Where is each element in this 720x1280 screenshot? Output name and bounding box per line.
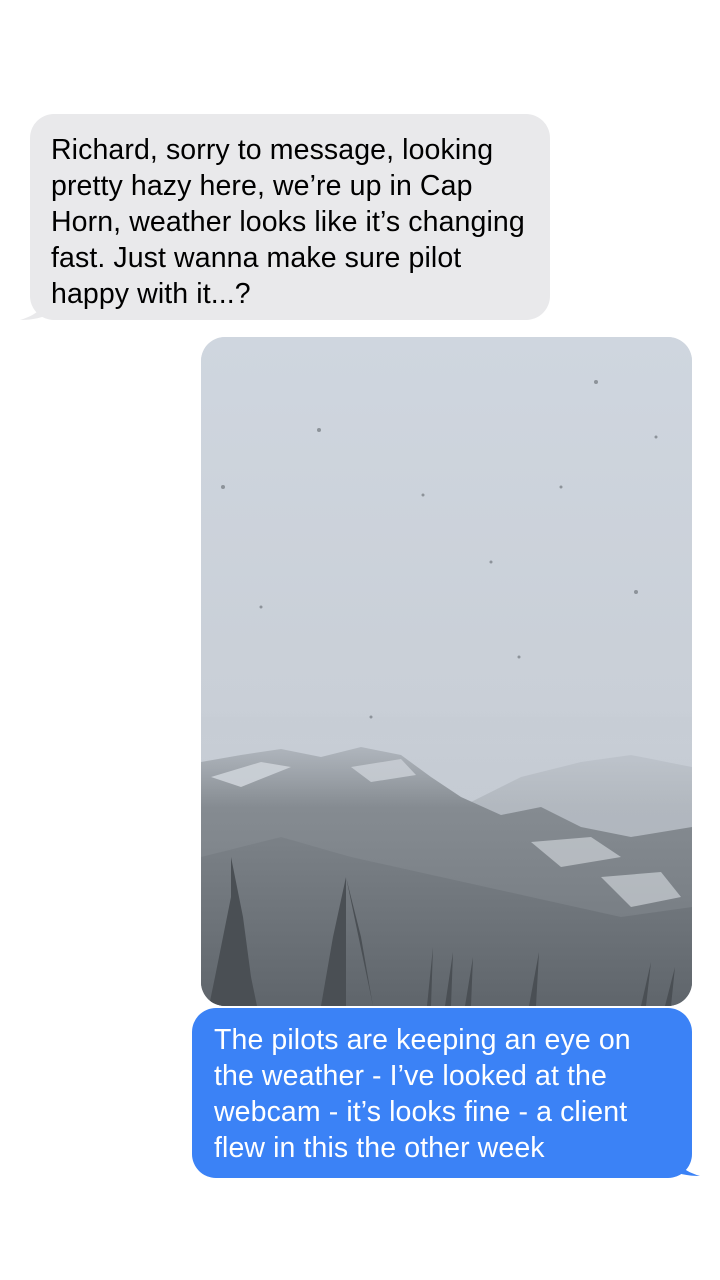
photo-message[interactable]	[201, 337, 692, 1006]
outgoing-message-bubble[interactable]: The pilots are keeping an eye on the wea…	[192, 1008, 692, 1178]
incoming-message-text: Richard, sorry to message, looking prett…	[51, 134, 525, 310]
mountain-photo-image	[201, 337, 692, 1006]
outgoing-message-text: The pilots are keeping an eye on the wea…	[214, 1024, 631, 1164]
incoming-message-bubble[interactable]: Richard, sorry to message, looking prett…	[30, 114, 550, 320]
message-thread: Richard, sorry to message, looking prett…	[0, 0, 720, 1280]
